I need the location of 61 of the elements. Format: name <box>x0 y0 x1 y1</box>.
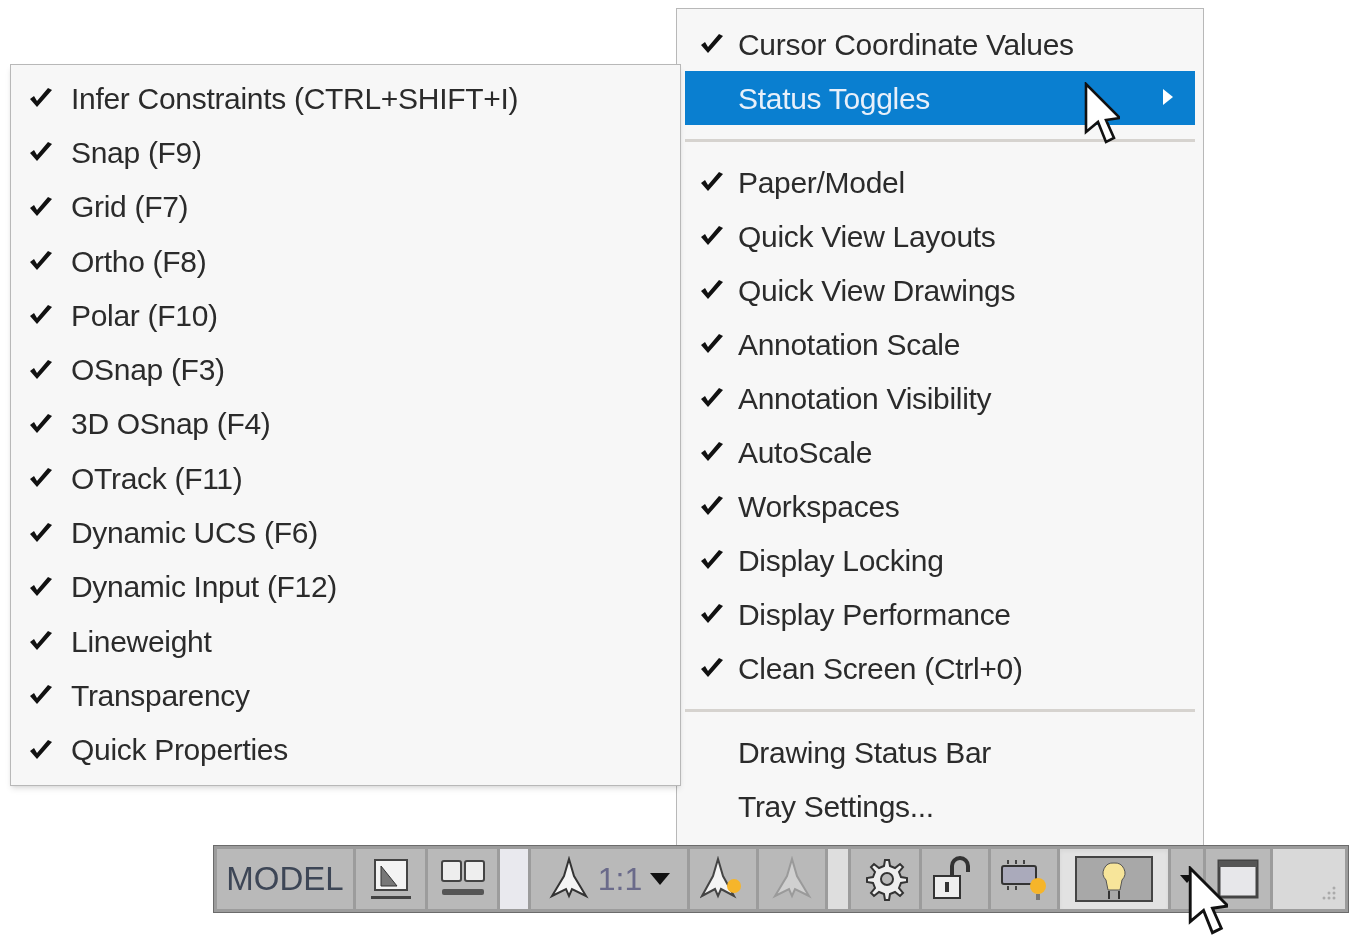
window-icon <box>1215 857 1261 901</box>
hardware-button[interactable] <box>991 849 1057 909</box>
lightbulb-icon <box>1074 855 1154 903</box>
menu-item[interactable]: AutoScale <box>685 425 1195 479</box>
checkmark-icon <box>698 279 725 301</box>
menu-item[interactable]: Annotation Visibility <box>685 371 1195 425</box>
menu-item[interactable]: OSnap (F3) <box>11 342 680 397</box>
checkmark-icon <box>698 549 725 571</box>
menu-item[interactable]: Transparency <box>11 668 680 723</box>
menu-item[interactable]: Paper/Model <box>685 155 1195 209</box>
checkmark-icon <box>698 33 725 55</box>
viewports-button[interactable] <box>428 849 497 909</box>
checkmark-icon <box>698 171 725 193</box>
caret-icon <box>650 873 671 885</box>
menu-item[interactable]: Annotation Scale <box>685 317 1195 371</box>
clean-screen-button[interactable] <box>1206 849 1270 909</box>
menu-item[interactable]: Workspaces <box>685 479 1195 533</box>
menu-item-highlighted[interactable]: Status Toggles <box>685 71 1195 125</box>
checkmark-icon <box>698 495 725 517</box>
checkmark-icon <box>698 387 725 409</box>
blank-panel <box>500 849 528 909</box>
menu-item[interactable]: Ortho (F8) <box>11 233 680 289</box>
menu-item[interactable]: Tray Settings... <box>685 779 1195 833</box>
menu-item[interactable]: Quick View Layouts <box>685 209 1195 263</box>
checkmark-icon <box>28 358 54 381</box>
menu-item[interactable]: Dynamic UCS (F6) <box>11 505 680 560</box>
menu-item[interactable]: Dynamic Input (F12) <box>11 559 680 614</box>
layout-button[interactable] <box>356 849 425 909</box>
checkmark-icon <box>698 441 725 463</box>
isolate-objects-button[interactable] <box>1060 849 1168 909</box>
checkmark-icon <box>28 521 54 544</box>
menu-item[interactable]: Display Locking <box>685 533 1195 587</box>
menu-item[interactable]: Quick View Drawings <box>685 263 1195 317</box>
checkmark-icon <box>698 657 725 679</box>
menu-item[interactable]: Grid (F7) <box>11 179 680 234</box>
checkmark-icon <box>28 738 54 761</box>
model-button[interactable]: MODEL <box>217 849 353 909</box>
menu-item[interactable]: Clean Screen (Ctrl+0) <box>685 641 1195 695</box>
checkmark-icon <box>28 575 54 598</box>
checkmark-icon <box>698 603 725 625</box>
checkmark-icon <box>28 195 54 218</box>
workspace-button[interactable] <box>851 849 919 909</box>
checkmark-icon <box>698 225 725 247</box>
checkmark-icon <box>698 333 725 355</box>
lock-button[interactable] <box>922 849 988 909</box>
menu-item[interactable]: Display Performance <box>685 587 1195 641</box>
checkmark-icon <box>28 412 54 435</box>
resize-grip[interactable] <box>1273 849 1345 909</box>
menu-item[interactable]: 3D OSnap (F4) <box>11 396 680 452</box>
menu-item[interactable]: Drawing Status Bar <box>685 725 1195 779</box>
blank-panel <box>828 849 848 909</box>
menu-item[interactable]: Snap (F9) <box>11 125 680 180</box>
submenu-arrow-icon <box>1163 89 1173 105</box>
annotation-visibility-button[interactable] <box>690 849 756 909</box>
menu-item[interactable]: Infer Constraints (CTRL+SHIFT+I) <box>11 71 680 126</box>
menu-item[interactable]: OTrack (F11) <box>11 451 680 506</box>
menu-item[interactable]: Polar (F10) <box>11 288 680 343</box>
menu-item[interactable]: Cursor Coordinate Values <box>685 17 1195 71</box>
menu-item[interactable]: Lineweight <box>11 613 680 669</box>
menu-item[interactable]: Quick Properties <box>11 722 680 777</box>
grip-dots-icon <box>1321 885 1337 901</box>
